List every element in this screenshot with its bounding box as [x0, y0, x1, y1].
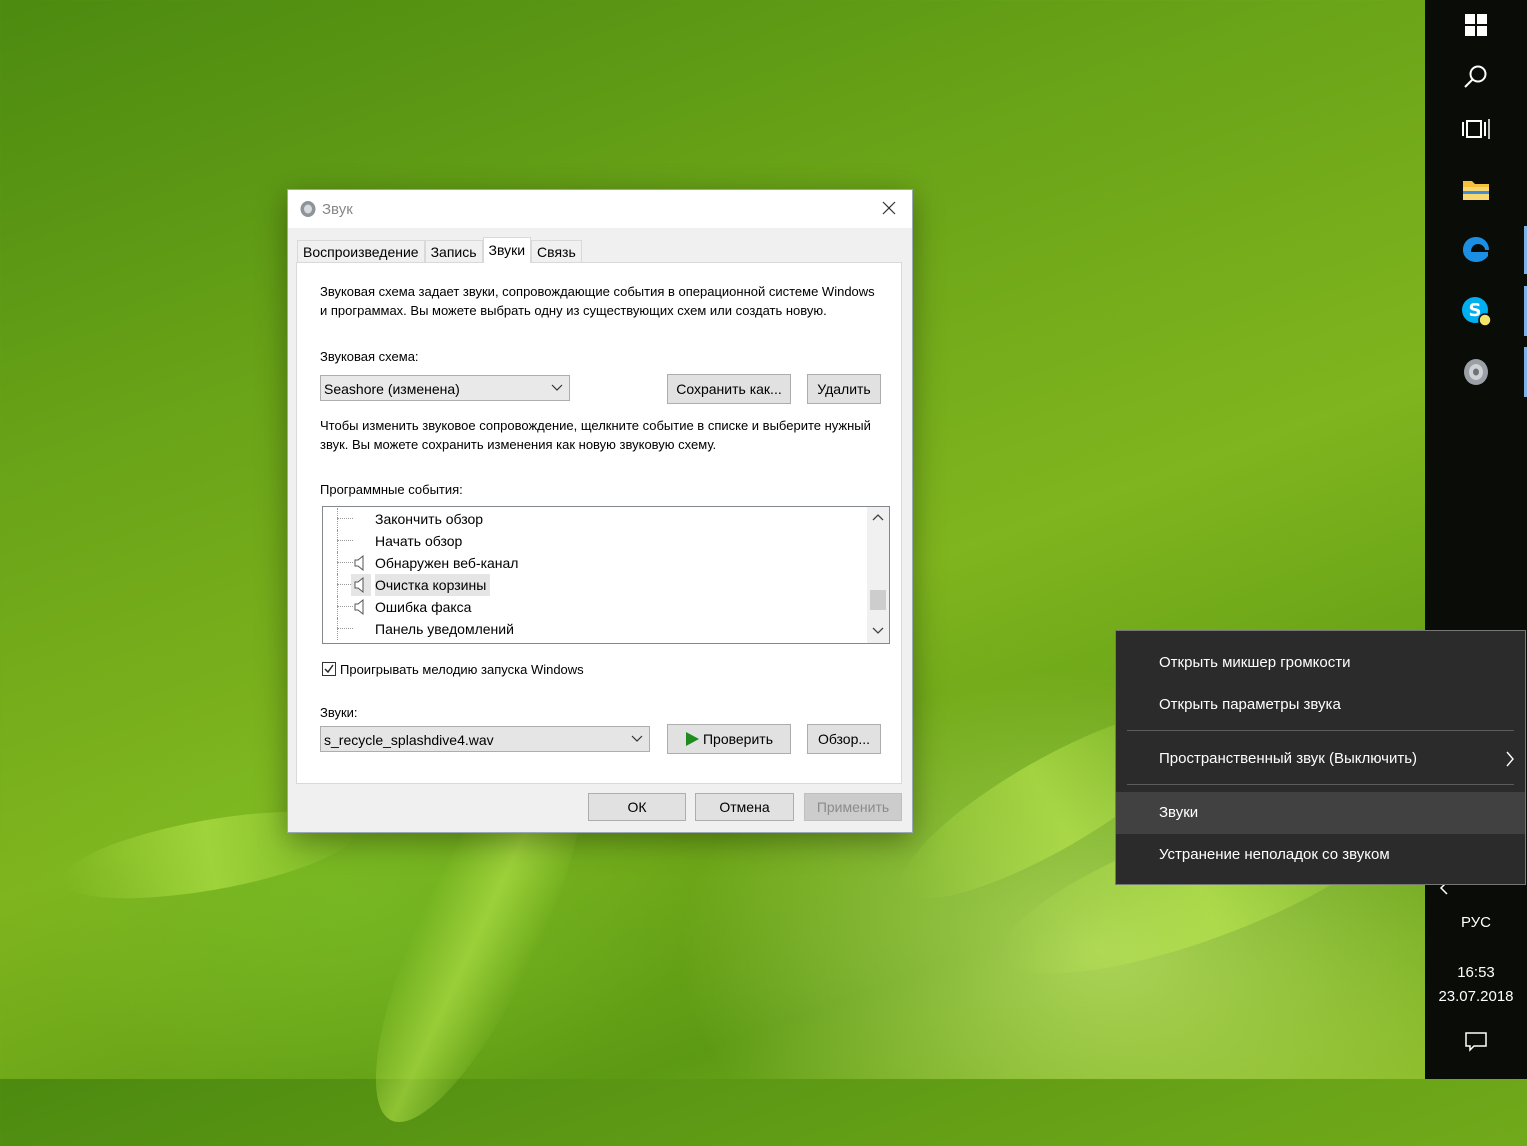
- startup-sound-label[interactable]: Проигрывать мелодию запуска Windows: [340, 660, 584, 679]
- chevron-right-icon: [1505, 738, 1515, 780]
- menu-separator: [1127, 784, 1514, 785]
- tab-recording[interactable]: Запись: [424, 240, 483, 263]
- scroll-down-button[interactable]: [867, 621, 889, 641]
- dialog-title: Звук: [322, 201, 353, 218]
- list-item-label: Начать обзор: [375, 533, 463, 549]
- search-icon[interactable]: [1425, 62, 1527, 92]
- scheme-label: Звуковая схема:: [320, 349, 419, 364]
- chevron-down-icon: [551, 376, 563, 400]
- save-as-button[interactable]: Сохранить как...: [667, 374, 791, 404]
- list-item-selected[interactable]: Очистка корзины: [323, 574, 866, 596]
- list-item[interactable]: Начать обзор: [323, 530, 866, 552]
- scroll-up-button[interactable]: [867, 507, 889, 527]
- edge-icon[interactable]: [1425, 233, 1527, 265]
- ok-button[interactable]: ОК: [588, 793, 686, 821]
- test-button[interactable]: Проверить: [667, 724, 791, 754]
- skype-icon[interactable]: S: [1425, 294, 1527, 328]
- list-item-label: Закончить обзор: [375, 511, 484, 527]
- sounds-panel: Звуковая схема задает звуки, сопровождаю…: [296, 262, 902, 784]
- program-events-list[interactable]: Закончить обзор Начать обзор Обнаружен в…: [322, 506, 890, 644]
- task-view-icon[interactable]: [1425, 114, 1527, 144]
- events-label: Программные события:: [320, 482, 463, 497]
- list-item-label: Панель уведомлений: [375, 621, 514, 637]
- scroll-thumb[interactable]: [870, 590, 886, 610]
- clock-date[interactable]: 23.07.2018: [1425, 988, 1527, 1005]
- tab-playback[interactable]: Воспроизведение: [297, 240, 425, 263]
- speaker-icon: [299, 200, 317, 221]
- clock-time[interactable]: 16:53: [1425, 964, 1527, 981]
- language-indicator[interactable]: РУС: [1425, 914, 1527, 931]
- tab-sounds[interactable]: Звуки: [482, 237, 532, 263]
- list-item[interactable]: Закончить обзор: [323, 508, 866, 530]
- scheme-select[interactable]: Seashore (изменена): [320, 375, 570, 401]
- menu-item-spatial-sound[interactable]: Пространственный звук (Выключить): [1116, 738, 1525, 780]
- sound-dialog: Звук Воспроизведение Запись Звуки Связь …: [287, 189, 913, 833]
- action-center-icon[interactable]: [1425, 1030, 1527, 1054]
- close-button[interactable]: [866, 190, 912, 228]
- list-item[interactable]: Ошибка факса: [323, 596, 866, 618]
- list-item[interactable]: Обнаружен веб-канал: [323, 552, 866, 574]
- speaker-icon[interactable]: [1425, 356, 1527, 388]
- checkmark-icon: [324, 664, 334, 674]
- list-item[interactable]: Панель уведомлений: [323, 618, 866, 640]
- menu-item-troubleshoot[interactable]: Устранение неполадок со звуком: [1116, 834, 1525, 876]
- tab-strip: Воспроизведение Запись Звуки Связь: [297, 237, 582, 263]
- menu-item-label: Пространственный звук (Выключить): [1159, 750, 1418, 767]
- scheme-description: Звуковая схема задает звуки, сопровождаю…: [320, 284, 875, 318]
- chevron-up-icon: [872, 514, 884, 521]
- menu-item-volume-mixer[interactable]: Открыть микшер громкости: [1116, 642, 1525, 684]
- taskbar: S РУС 16:53 23.07.2018: [1425, 0, 1527, 1079]
- instructions-text: Чтобы изменить звуковое сопровождение, щ…: [320, 418, 871, 452]
- delete-button[interactable]: Удалить: [807, 374, 881, 404]
- menu-item-sound-settings[interactable]: Открыть параметры звука: [1116, 684, 1525, 726]
- list-item-label: Ошибка факса: [375, 599, 472, 615]
- list-item-label: Обнаружен веб-канал: [375, 555, 519, 571]
- list-item-label: Очистка корзины: [375, 574, 491, 596]
- sound-context-menu: Открыть микшер громкости Открыть парамет…: [1115, 630, 1526, 885]
- dialog-titlebar[interactable]: Звук: [288, 190, 912, 228]
- windows-start-icon[interactable]: [1425, 10, 1527, 40]
- browse-button[interactable]: Обзор...: [807, 724, 881, 754]
- menu-separator: [1127, 730, 1514, 731]
- test-button-label: Проверить: [702, 731, 773, 747]
- sound-file-value: s_recycle_splashdive4.wav: [324, 732, 494, 748]
- tab-communications[interactable]: Связь: [531, 240, 582, 263]
- menu-item-sounds[interactable]: Звуки: [1116, 792, 1525, 834]
- chevron-down-icon: [872, 627, 884, 634]
- play-icon: [685, 732, 699, 746]
- startup-sound-checkbox[interactable]: [322, 662, 336, 676]
- sounds-label: Звуки:: [320, 705, 358, 720]
- file-explorer-icon[interactable]: [1425, 174, 1527, 204]
- apply-button[interactable]: Применить: [804, 793, 902, 821]
- sound-file-select[interactable]: s_recycle_splashdive4.wav: [320, 726, 650, 752]
- events-scrollbar[interactable]: [867, 507, 889, 643]
- close-icon: [882, 201, 896, 218]
- chevron-down-icon: [631, 727, 643, 751]
- scheme-select-value: Seashore (изменена): [324, 381, 460, 397]
- cancel-button[interactable]: Отмена: [695, 793, 794, 821]
